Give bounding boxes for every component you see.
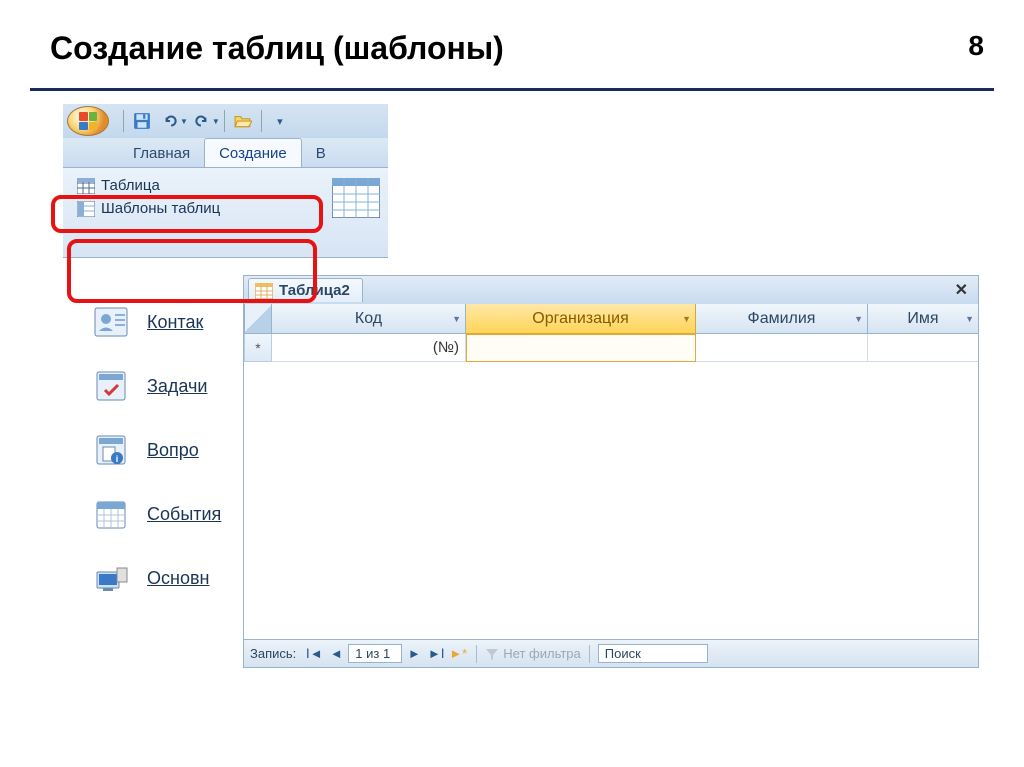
template-item-label: Контак [147,312,203,333]
assets-icon [93,560,129,596]
redo-dropdown-icon[interactable]: ▼ [212,117,220,126]
nav-next-icon[interactable]: ► [404,644,424,664]
new-record-row[interactable]: * (№) [244,334,978,362]
ribbon-tabs: Главная Создание В [63,138,388,168]
new-record-indicator-icon[interactable]: * [244,334,272,362]
cell-lastname[interactable] [696,334,868,362]
office-button[interactable] [67,106,109,136]
separator [589,645,590,663]
templates-dropdown-menu: Контак Задачи i Вопро События Основн [83,290,253,610]
tab-home[interactable]: Главная [119,139,204,167]
template-item-tasks[interactable]: Задачи [83,354,253,418]
tab-partial[interactable]: В [302,139,330,167]
document-tab-bar: Таблица2 ✕ [244,276,978,304]
nav-prev-icon[interactable]: ◄ [326,644,346,664]
column-header-name[interactable]: Имя ▼ [868,304,978,334]
column-headers: Код ▼ Организация ▼ Фамилия ▼ Имя ▼ [244,304,978,334]
save-icon[interactable] [129,108,155,134]
questions-icon: i [93,432,129,468]
nav-new-icon[interactable]: ►* [448,644,468,664]
search-input[interactable]: Поиск [598,644,708,663]
filter-status: Нет фильтра [485,646,580,661]
slide-number: 8 [968,30,984,62]
nav-position[interactable]: 1 из 1 [348,644,402,663]
template-item-label: Вопро [147,440,199,461]
column-label: Фамилия [748,310,816,328]
contacts-icon [93,304,129,340]
nav-first-icon[interactable]: Ⅰ◄ [304,644,324,664]
select-all-corner[interactable] [244,304,272,334]
tasks-icon [93,368,129,404]
qat-customize-icon[interactable]: ▾ [267,108,293,134]
chevron-down-icon[interactable]: ▼ [854,314,863,324]
ribbon-large-table-icon[interactable] [332,178,380,218]
template-item-label: События [147,504,221,525]
cell-input[interactable] [473,340,689,357]
events-icon [93,496,129,532]
template-item-label: Основн [147,568,209,589]
chevron-down-icon[interactable]: ▼ [682,314,691,324]
cell-org-active[interactable] [466,334,696,362]
column-label: Код [355,310,382,328]
nav-label: Запись: [250,646,296,661]
nav-last-icon[interactable]: ►Ⅰ [426,644,446,664]
template-item-main[interactable]: Основн [83,546,253,610]
qat-separator [224,110,225,132]
ribbon-cmd-table-label: Таблица [101,177,160,194]
column-label: Организация [532,310,629,328]
cell-name[interactable] [868,334,978,362]
chevron-down-icon[interactable]: ▼ [452,314,461,324]
open-folder-icon[interactable] [230,108,256,134]
undo-dropdown-icon[interactable]: ▼ [180,117,188,126]
template-item-questions[interactable]: i Вопро [83,418,253,482]
column-header-org[interactable]: Организация ▼ [466,304,696,334]
datasheet-view: Таблица2 ✕ Код ▼ Организация ▼ Фамилия ▼ Им… [243,275,979,668]
column-header-id[interactable]: Код ▼ [272,304,466,334]
slide-title: Создание таблиц (шаблоны) [50,30,504,67]
tab-create[interactable]: Создание [204,138,302,167]
svg-text:i: i [116,454,119,464]
separator [476,645,477,663]
close-icon[interactable]: ✕ [949,280,974,300]
template-item-events[interactable]: События [83,482,253,546]
filter-label: Нет фильтра [503,646,580,661]
record-navigation-bar: Запись: Ⅰ◄ ◄ 1 из 1 ► ►Ⅰ ►* Нет фильтра … [244,639,978,667]
column-label: Имя [907,310,938,328]
table-icon [77,178,95,194]
chevron-down-icon[interactable]: ▼ [965,314,974,324]
highlight-contacts-item [67,239,317,303]
funnel-icon [485,647,499,661]
highlight-templates-cmd [51,195,323,233]
column-header-lastname[interactable]: Фамилия ▼ [696,304,868,334]
title-underline [30,88,994,91]
cell-id[interactable]: (№) [272,334,466,362]
quick-access-toolbar: ▼ ▼ ▾ [63,104,388,138]
template-item-label: Задачи [147,376,207,397]
qat-separator [261,110,262,132]
qat-separator [123,110,124,132]
